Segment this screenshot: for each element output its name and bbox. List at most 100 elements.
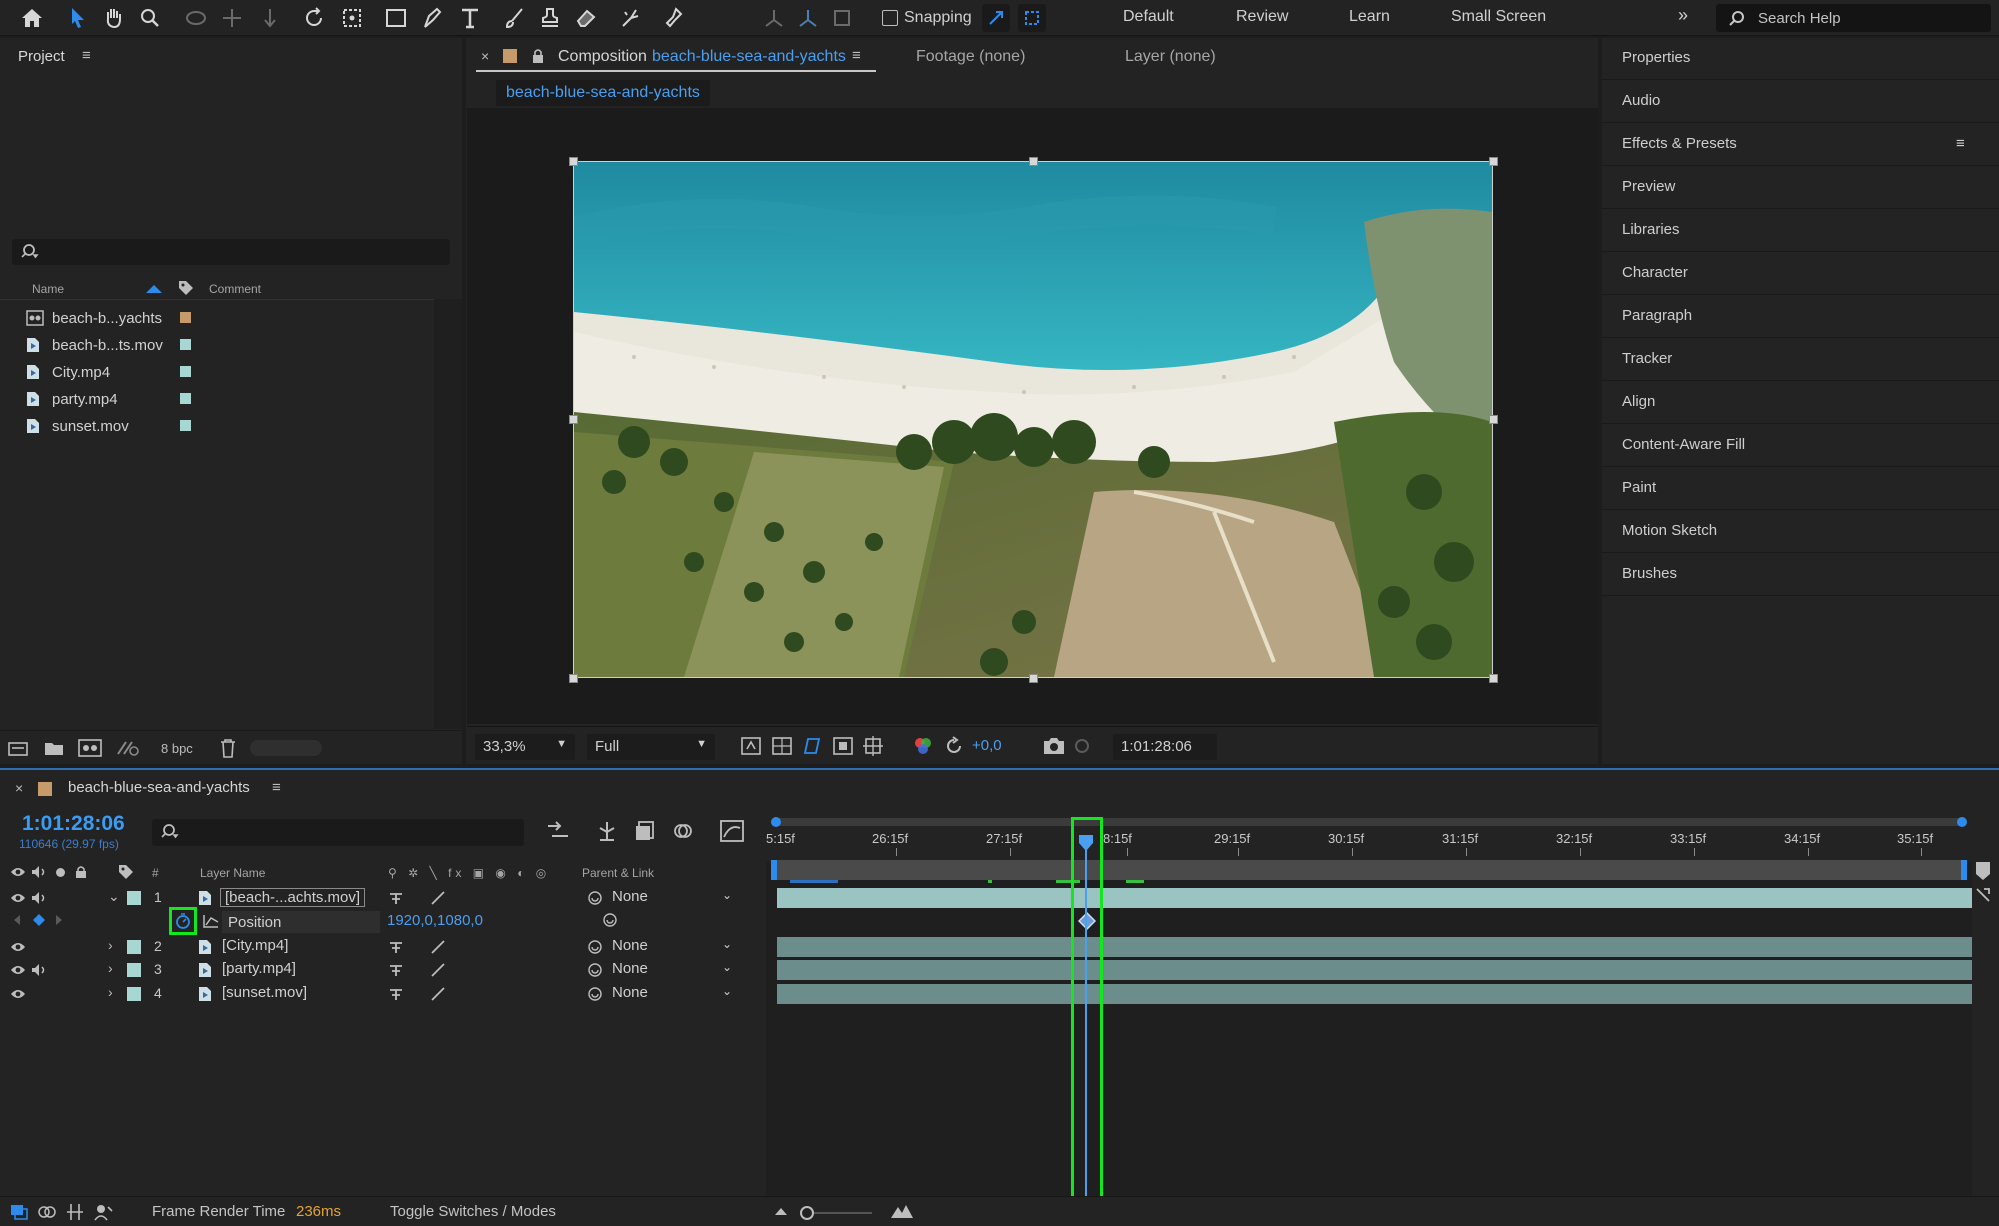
composition-tab-name[interactable]: beach-blue-sea-and-yachts [652,48,846,66]
transform-handle-l[interactable] [569,415,578,424]
dolly-camera-icon[interactable] [256,4,284,32]
column-name-header[interactable]: Name [32,282,64,296]
layer-name[interactable]: [beach-...achts.mov] [220,888,366,907]
axis-view-icon[interactable] [828,4,856,32]
snapping-checkbox[interactable] [882,10,898,26]
in-out-duration-icon[interactable] [66,1203,84,1221]
panel-libraries[interactable]: Libraries [1602,210,1999,252]
pen-tool-icon[interactable] [418,4,446,32]
interpret-footage-icon[interactable] [8,740,28,756]
transfer-controls-icon[interactable] [38,1204,56,1220]
layer-name[interactable]: [sunset.mov] [222,984,307,1001]
layer-duration-bar[interactable] [777,960,1972,980]
project-settings-icon[interactable] [116,739,140,757]
parent-link-header[interactable]: Parent & Link [582,866,654,880]
transparency-grid-icon[interactable] [772,737,792,755]
timeline-zoom-slider[interactable] [800,1206,872,1220]
parent-dropdown[interactable]: None ⌄ [612,984,736,1004]
quality-switch-icon[interactable] [430,939,446,955]
position-property-value[interactable]: 1920,0,1080,0 [387,912,483,929]
trash-icon[interactable] [220,738,236,758]
toggle-switches-modes-button[interactable]: Toggle Switches / Modes [390,1203,556,1220]
timeline-comp-name[interactable]: beach-blue-sea-and-yachts [68,779,250,796]
shy-switch-icon[interactable] [388,939,404,955]
layer-duration-bar[interactable] [777,888,1972,908]
project-item[interactable]: beach-b...ts.mov [22,331,452,358]
eraser-tool-icon[interactable] [572,4,600,32]
workspace-review[interactable]: Review [1236,8,1288,26]
transform-handle-br[interactable] [1489,674,1498,683]
next-keyframe-icon[interactable] [54,914,64,926]
sort-ascending-icon[interactable] [146,284,162,294]
panel-character[interactable]: Character [1602,253,1999,295]
thumbnail-size-slider[interactable] [250,740,322,756]
eye-icon[interactable] [10,964,26,976]
parent-dropdown[interactable]: None ⌄ [612,888,736,908]
pick-whip-icon[interactable] [586,889,604,907]
pan-camera-icon[interactable] [218,4,246,32]
orbit-camera-icon[interactable] [182,4,210,32]
zoom-dropdown[interactable]: 33,3% ▼ [475,734,575,760]
color-channels-icon[interactable] [913,737,933,755]
hand-tool-icon[interactable] [100,4,128,32]
position-property-row[interactable]: Position [222,911,380,933]
label-tag-icon[interactable] [118,864,134,880]
exposure-value[interactable]: +0,0 [972,737,1002,754]
grid-guides-icon[interactable] [863,736,883,756]
workspace-learn[interactable]: Learn [1349,8,1390,26]
project-scrollbar[interactable] [434,299,462,729]
project-menu-icon[interactable]: ≡ [82,47,91,64]
project-item[interactable]: beach-b...yachts [22,304,452,331]
video-visibility-icon[interactable] [10,866,26,878]
layer-label-color[interactable] [127,987,141,1001]
solo-icon[interactable] [56,868,65,877]
workspace-small-screen[interactable]: Small Screen [1451,8,1546,26]
resolution-dropdown[interactable]: Full ▼ [587,734,715,760]
navigator-start-handle[interactable] [771,817,781,827]
panel-paragraph[interactable]: Paragraph [1602,296,1999,338]
layer-row[interactable]: › 2 [City.mp4] None ⌄ [0,935,766,959]
navigator-end-handle[interactable] [1957,817,1967,827]
layer-row[interactable]: › 3 [party.mp4] None ⌄ [0,958,766,982]
timeline-zoom-thumb[interactable] [800,1206,814,1220]
frame-blending-icon[interactable] [634,820,656,842]
transform-handle-tr[interactable] [1489,157,1498,166]
eye-icon[interactable] [10,988,26,1000]
close-timeline-icon[interactable]: × [15,780,23,796]
layer-label-color[interactable] [127,891,141,905]
label-color-swatch[interactable] [180,366,191,377]
render-time-icon[interactable] [94,1203,114,1221]
panel-effects-presets[interactable]: Effects & Presets ≡ [1602,124,1999,166]
work-area-start[interactable] [771,860,777,880]
more-workspaces-icon[interactable]: » [1678,5,1688,26]
show-snapshot-icon[interactable] [1071,736,1093,756]
workspace-default[interactable]: Default [1123,8,1174,26]
new-folder-icon[interactable] [44,740,64,756]
brush-tool-icon[interactable] [500,4,528,32]
puppet-tool-icon[interactable] [660,4,688,32]
layer-tab[interactable]: Layer (none) [1125,48,1216,66]
pick-whip-icon[interactable] [601,911,619,929]
project-item[interactable]: City.mp4 [22,358,452,385]
panel-preview[interactable]: Preview [1602,167,1999,209]
pick-whip-icon[interactable] [586,985,604,1003]
clone-stamp-tool-icon[interactable] [536,4,564,32]
panel-brushes[interactable]: Brushes [1602,554,1999,596]
search-help-field[interactable]: Search Help [1716,4,1991,32]
project-search-input[interactable] [12,239,450,265]
panel-paint[interactable]: Paint [1602,468,1999,510]
audio-icon[interactable] [31,865,47,879]
bit-depth-label[interactable]: 8 bpc [161,741,193,756]
chevron-right-icon[interactable]: › [108,937,113,953]
zoom-in-icon[interactable] [890,1203,914,1219]
label-color-swatch[interactable] [180,420,191,431]
composition-image[interactable] [573,161,1493,678]
layer-switches-icon[interactable] [10,1204,28,1220]
shy-switch-icon[interactable] [388,986,404,1002]
roto-brush-tool-icon[interactable] [616,4,644,32]
region-of-interest-icon[interactable] [833,737,853,755]
speaker-icon[interactable] [31,891,47,905]
viewer-timecode[interactable]: 1:01:28:06 [1113,734,1217,760]
snap-features-icon[interactable] [1018,4,1046,32]
layer-row[interactable]: › 4 [sunset.mov] None ⌄ [0,982,766,1006]
